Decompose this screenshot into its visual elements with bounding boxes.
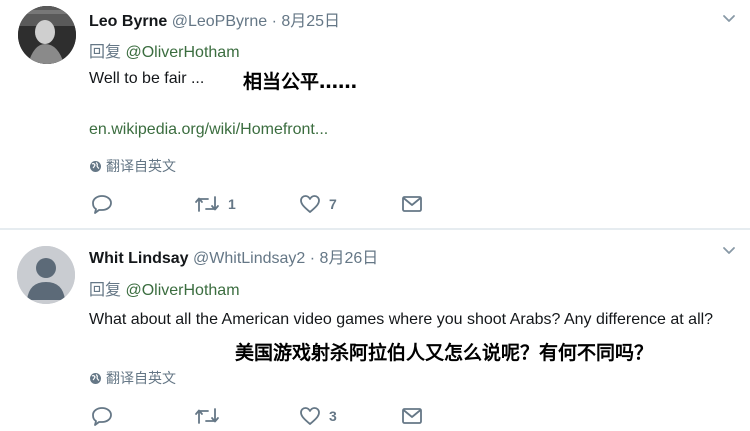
envelope-icon [402, 196, 422, 212]
like-count: 7 [329, 196, 337, 212]
envelope-icon [402, 408, 422, 424]
chevron-down-icon[interactable] [722, 244, 736, 258]
translation-annotation: 相当公平…… [243, 71, 358, 93]
like-button[interactable]: 7 [299, 193, 337, 215]
tweet-date[interactable]: 8月26日 [320, 250, 379, 267]
translate-label: 翻译自英文 [106, 370, 176, 386]
tweet-link[interactable]: en.wikipedia.org/wiki/Homefront... [89, 121, 328, 139]
default-avatar-icon [17, 246, 75, 304]
tweet-text: What about all the American video games … [89, 311, 714, 328]
separator: · [271, 13, 277, 30]
display-name[interactable]: Whit Lindsay [89, 250, 189, 267]
tweet-date[interactable]: 8月25日 [281, 13, 340, 30]
like-count: 3 [329, 408, 337, 424]
like-button[interactable]: 3 [299, 405, 337, 427]
reply-button[interactable] [91, 405, 113, 427]
retweet-icon [195, 408, 219, 424]
heart-icon [300, 407, 320, 425]
reply-icon [92, 407, 112, 426]
chevron-down-icon[interactable] [722, 12, 736, 26]
display-name[interactable]: Leo Byrne [89, 13, 167, 30]
tweet-text: Well to be fair ... [89, 70, 205, 87]
retweet-button[interactable]: 1 [194, 193, 236, 215]
reply-context: 回复 @OliverHotham [89, 38, 240, 62]
translate-tweet[interactable]: 翻译自英文 [89, 156, 176, 176]
retweet-icon [195, 196, 219, 212]
reply-prefix: 回复 [89, 282, 122, 299]
heart-icon [300, 195, 320, 213]
tweet-header: Leo Byrne @LeoPByrne · 8月25日 [89, 7, 340, 31]
reply-icon [92, 195, 112, 214]
direct-message-button[interactable] [401, 193, 423, 215]
retweet-button[interactable] [194, 405, 228, 427]
reply-context: 回复 @OliverHotham [89, 276, 240, 300]
tweet-actions: 1 7 [89, 193, 429, 215]
user-handle[interactable]: @WhitLindsay2 [193, 250, 305, 267]
tweet-leo-byrne: Leo Byrne @LeoPByrne · 8月25日 回复 @OliverH… [0, 0, 750, 229]
globe-icon [90, 161, 101, 172]
reply-mention-link[interactable]: @OliverHotham [125, 282, 239, 299]
translate-tweet[interactable]: 翻译自英文 [89, 368, 176, 388]
retweet-count: 1 [228, 196, 236, 212]
separator: · [309, 250, 316, 267]
tweet-whit-lindsay: Whit Lindsay @WhitLindsay2 · 8月26日 回复 @O… [0, 230, 750, 431]
avatar-photo [18, 6, 76, 64]
user-handle[interactable]: @LeoPByrne [172, 13, 267, 30]
avatar[interactable] [18, 6, 76, 64]
tweet-actions: 3 [89, 405, 429, 427]
reply-mention-link[interactable]: @OliverHotham [125, 44, 239, 61]
avatar[interactable] [17, 246, 75, 304]
reply-button[interactable] [91, 193, 113, 215]
translation-annotation: 美国游戏射杀阿拉伯人又怎么说呢？有何不同吗？ [235, 342, 654, 364]
direct-message-button[interactable] [401, 405, 423, 427]
tweet-header: Whit Lindsay @WhitLindsay2 · 8月26日 [89, 244, 378, 268]
translate-label: 翻译自英文 [106, 158, 176, 174]
globe-icon [90, 373, 101, 384]
reply-prefix: 回复 [89, 44, 122, 61]
